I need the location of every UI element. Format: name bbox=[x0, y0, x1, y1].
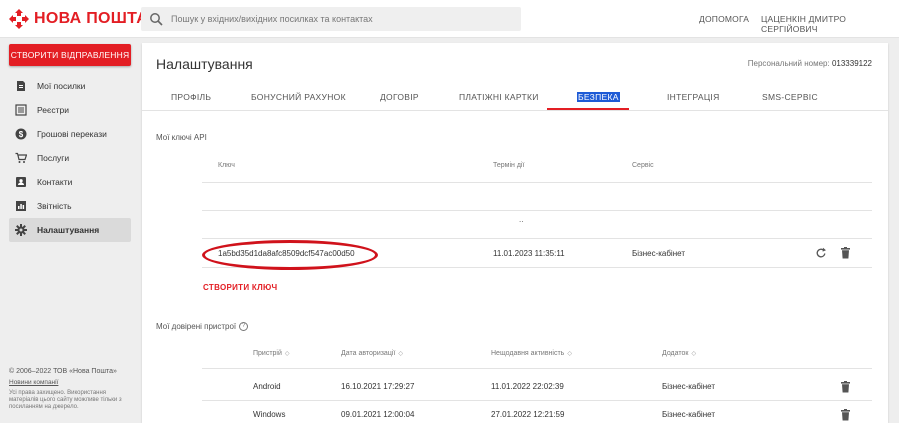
device-app: Бізнес-кабінет bbox=[662, 410, 715, 419]
refresh-icon[interactable] bbox=[815, 247, 827, 259]
personal-number: Персональний номер: 013339122 bbox=[748, 59, 872, 68]
tab-payment-cards[interactable]: ПЛАТІЖНІ КАРТКИ bbox=[459, 92, 539, 102]
table-row: .. bbox=[202, 211, 872, 239]
help-link[interactable]: ДОПОМОГА bbox=[699, 14, 749, 24]
create-key-button[interactable]: СТВОРИТИ КЛЮЧ bbox=[203, 283, 277, 292]
settings-card: Налаштування Персональний номер: 0133391… bbox=[142, 43, 888, 423]
page-title: Налаштування bbox=[156, 56, 253, 72]
header-app[interactable]: Додаток ◇ bbox=[662, 350, 696, 357]
active-tab-indicator bbox=[547, 108, 629, 110]
sidebar-item-label: Звітність bbox=[37, 201, 72, 211]
parcel-icon bbox=[17, 81, 25, 91]
sort-icon: ◇ bbox=[284, 351, 290, 357]
header-key: Ключ bbox=[218, 162, 235, 169]
sidebar-item-settings[interactable]: Налаштування bbox=[9, 218, 131, 242]
create-shipment-button[interactable]: СТВОРИТИ ВІДПРАВЛЕННЯ bbox=[9, 44, 131, 66]
tab-profile[interactable]: ПРОФІЛЬ bbox=[171, 92, 211, 102]
sidebar-item-label: Реєстри bbox=[37, 105, 69, 115]
search-box[interactable] bbox=[141, 7, 521, 31]
sidebar-item-parcels[interactable]: Мої посилки bbox=[9, 74, 131, 98]
device-auth-date: 09.01.2021 12:00:04 bbox=[341, 410, 415, 419]
sort-icon: ◇ bbox=[398, 351, 403, 357]
device-name: Android bbox=[253, 382, 281, 391]
contacts-icon bbox=[16, 177, 26, 187]
report-icon bbox=[16, 201, 26, 211]
tab-security-label: БЕЗПЕКА bbox=[577, 92, 620, 102]
search-input[interactable] bbox=[171, 14, 511, 24]
sidebar-item-label: Грошові перекази bbox=[37, 129, 107, 139]
svg-text:$: $ bbox=[19, 130, 24, 139]
sidebar-item-registries[interactable]: Реєстри bbox=[9, 98, 131, 122]
sidebar-item-contacts[interactable]: Контакти bbox=[9, 170, 131, 194]
sidebar-item-money-transfers[interactable]: $ Грошові перекази bbox=[9, 122, 131, 146]
api-key-service: Бізнес-кабінет bbox=[632, 249, 685, 258]
sidebar-item-services[interactable]: Послуги bbox=[9, 146, 131, 170]
settings-tabs: ПРОФІЛЬ БОНУСНИЙ РАХУНОК ДОГОВІР ПЛАТІЖН… bbox=[142, 83, 888, 111]
sort-icon: ◇ bbox=[691, 351, 697, 357]
personal-number-label: Персональний номер: bbox=[747, 59, 830, 68]
sidebar-item-label: Послуги bbox=[37, 153, 70, 163]
sidebar-item-label: Налаштування bbox=[37, 225, 100, 235]
header-auth-date[interactable]: Дата авторизації ◇ bbox=[341, 350, 403, 357]
logo[interactable]: НОВА ПОШТА bbox=[9, 9, 148, 29]
device-auth-date: 16.10.2021 17:29:27 bbox=[341, 382, 415, 391]
sidebar-item-label: Мої посилки bbox=[37, 81, 86, 91]
header-last-activity[interactable]: Нещодавня активність ◇ bbox=[491, 350, 572, 357]
table-row: Android 16.10.2021 17:29:27 11.01.2022 2… bbox=[202, 373, 872, 401]
tab-security[interactable]: БЕЗПЕКА bbox=[577, 92, 620, 102]
device-last-activity: 11.01.2022 22:02:39 bbox=[491, 382, 564, 391]
trusted-devices-label-text: Мої довірені пристрої bbox=[156, 322, 237, 331]
delete-icon[interactable] bbox=[840, 247, 851, 259]
delete-icon[interactable] bbox=[840, 381, 851, 393]
search-icon bbox=[150, 13, 163, 26]
header-service: Сервіс bbox=[632, 162, 654, 169]
device-name: Windows bbox=[253, 410, 286, 419]
header-last-activity-label: Нещодавня активність bbox=[491, 350, 565, 357]
annotation-highlight-ellipse bbox=[202, 240, 378, 270]
sidebar-item-reports[interactable]: Звітність bbox=[9, 194, 131, 218]
sort-icon: ◇ bbox=[567, 351, 572, 357]
tab-contract[interactable]: ДОГОВІР bbox=[380, 92, 419, 102]
rights-note: Усі права захищено. Використання матеріа… bbox=[9, 390, 122, 410]
cart-icon bbox=[15, 152, 27, 163]
company-news-link[interactable]: Новини компанії bbox=[9, 379, 134, 387]
copyright: © 2006–2022 ТОВ «Нова Пошта» bbox=[9, 368, 117, 375]
tab-sms-service[interactable]: SMS-СЕРВІС bbox=[762, 92, 818, 102]
personal-number-value: 013339122 bbox=[831, 59, 872, 68]
table-row: Windows 09.01.2021 12:00:04 27.01.2022 1… bbox=[202, 401, 872, 423]
api-keys-table-header: Ключ Термін дії Сервіс bbox=[202, 153, 872, 183]
tab-integration[interactable]: ІНТЕГРАЦІЯ bbox=[667, 92, 720, 102]
device-app: Бізнес-кабінет bbox=[662, 382, 715, 391]
sidebar: СТВОРИТИ ВІДПРАВЛЕННЯ Мої посилки Реєстр… bbox=[0, 38, 140, 423]
user-name[interactable]: ЦАЦЕНКІН ДМИТРО СЕРГІЙОВИЧ bbox=[761, 14, 899, 34]
money-icon: $ bbox=[15, 128, 27, 140]
placeholder-dots: .. bbox=[519, 215, 524, 224]
sidebar-footer: © 2006–2022 ТОВ «Нова Пошта» Новини комп… bbox=[9, 368, 134, 411]
header-auth-date-label: Дата авторизації bbox=[341, 350, 396, 357]
table-row bbox=[202, 184, 872, 211]
sidebar-nav: Мої посилки Реєстри $ Грошові перекази П… bbox=[9, 74, 131, 242]
header-device-label: Пристрій bbox=[253, 350, 282, 357]
trusted-devices-section-label: Мої довірені пристрої? bbox=[156, 322, 249, 332]
tab-bonus-account[interactable]: БОНУСНИЙ РАХУНОК bbox=[251, 92, 346, 102]
sidebar-item-label: Контакти bbox=[37, 177, 73, 187]
gear-icon bbox=[15, 224, 27, 236]
registry-icon bbox=[15, 104, 27, 116]
header-term: Термін дії bbox=[493, 162, 525, 169]
header-device[interactable]: Пристрій ◇ bbox=[253, 350, 290, 357]
devices-table-header: Пристрій ◇ Дата авторизації ◇ Нещодавня ак… bbox=[202, 341, 872, 369]
nova-poshta-logo-icon bbox=[9, 9, 29, 29]
logo-text: НОВА ПОШТА bbox=[34, 10, 149, 27]
delete-icon[interactable] bbox=[840, 409, 851, 421]
header-app-label: Додаток bbox=[662, 350, 689, 357]
device-last-activity: 27.01.2022 12:21:59 bbox=[491, 410, 565, 419]
api-keys-section-label: Мої ключі API bbox=[156, 133, 207, 142]
api-key-term: 11.01.2023 11:35:11 bbox=[493, 249, 565, 258]
help-icon[interactable]: ? bbox=[239, 322, 249, 332]
top-bar: НОВА ПОШТА ДОПОМОГА ЦАЦЕНКІН ДМИТРО СЕРГ… bbox=[0, 0, 899, 38]
